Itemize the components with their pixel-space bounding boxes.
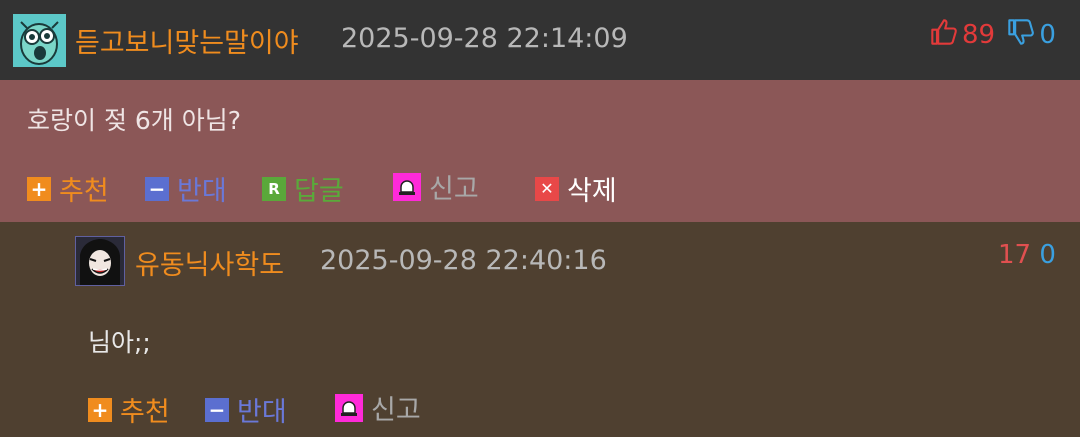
thumbs-up-icon[interactable] xyxy=(930,18,958,53)
reply-report-button[interactable]: 신고 xyxy=(335,388,421,427)
reply-text: 님아;; xyxy=(88,328,151,357)
reply-r-icon: R xyxy=(262,176,286,201)
report-button[interactable]: 신고 xyxy=(393,167,479,206)
minus-icon: − xyxy=(145,176,169,201)
oppose-label: 반대 xyxy=(237,397,287,428)
reply-button[interactable]: R 답글 xyxy=(262,169,344,208)
recommend-button[interactable]: + 추천 xyxy=(27,169,109,208)
reply-timestamp: 2025-09-28 22:40:16 xyxy=(320,245,607,276)
comment-header: 듣고보니맞는말이야 2025-09-28 22:14:09 89 0 xyxy=(0,0,1080,80)
reply-vote-counts: 17 0 xyxy=(998,240,1056,270)
upvote-count: 89 xyxy=(962,20,996,50)
comment-timestamp: 2025-09-28 22:14:09 xyxy=(341,23,628,54)
avatar-face-icon xyxy=(13,14,66,67)
report-label: 신고 xyxy=(371,395,421,426)
comment-nickname[interactable]: 듣고보니맞는말이야 xyxy=(75,21,299,60)
thumbs-down-icon[interactable] xyxy=(1007,18,1035,53)
delete-button[interactable]: ✕ 삭제 xyxy=(535,169,617,208)
reply-avatar[interactable] xyxy=(75,236,125,286)
avatar[interactable] xyxy=(13,14,66,67)
reply-upvote-count[interactable]: 17 xyxy=(998,240,1031,270)
reply-oppose-button[interactable]: − 반대 xyxy=(205,390,287,429)
close-icon: ✕ xyxy=(535,176,559,201)
siren-icon xyxy=(393,172,421,201)
recommend-label: 추천 xyxy=(120,397,170,428)
minus-icon: − xyxy=(205,397,229,422)
reply-recommend-button[interactable]: + 추천 xyxy=(88,390,170,429)
plus-icon: + xyxy=(88,397,112,422)
oppose-button[interactable]: − 반대 xyxy=(145,169,227,208)
comment-text: 호랑이 젖 6개 아님? xyxy=(27,106,242,135)
siren-icon xyxy=(335,393,363,422)
recommend-label: 추천 xyxy=(59,176,109,207)
downvote-count: 0 xyxy=(1039,20,1056,50)
reply-label: 답글 xyxy=(294,176,344,207)
comment-body: 호랑이 젖 6개 아님? + 추천 − 반대 R 답글 신고 ✕ 삭제 xyxy=(0,80,1080,222)
delete-label: 삭제 xyxy=(567,176,617,207)
avatar-face-icon xyxy=(76,237,124,285)
report-label: 신고 xyxy=(429,174,479,205)
reply-nickname[interactable]: 유동닉사학도 xyxy=(135,243,284,282)
plus-icon: + xyxy=(27,176,51,201)
reply-downvote-count[interactable]: 0 xyxy=(1039,240,1056,270)
oppose-label: 반대 xyxy=(177,176,227,207)
comment-vote-counts: 89 0 xyxy=(930,18,1056,53)
